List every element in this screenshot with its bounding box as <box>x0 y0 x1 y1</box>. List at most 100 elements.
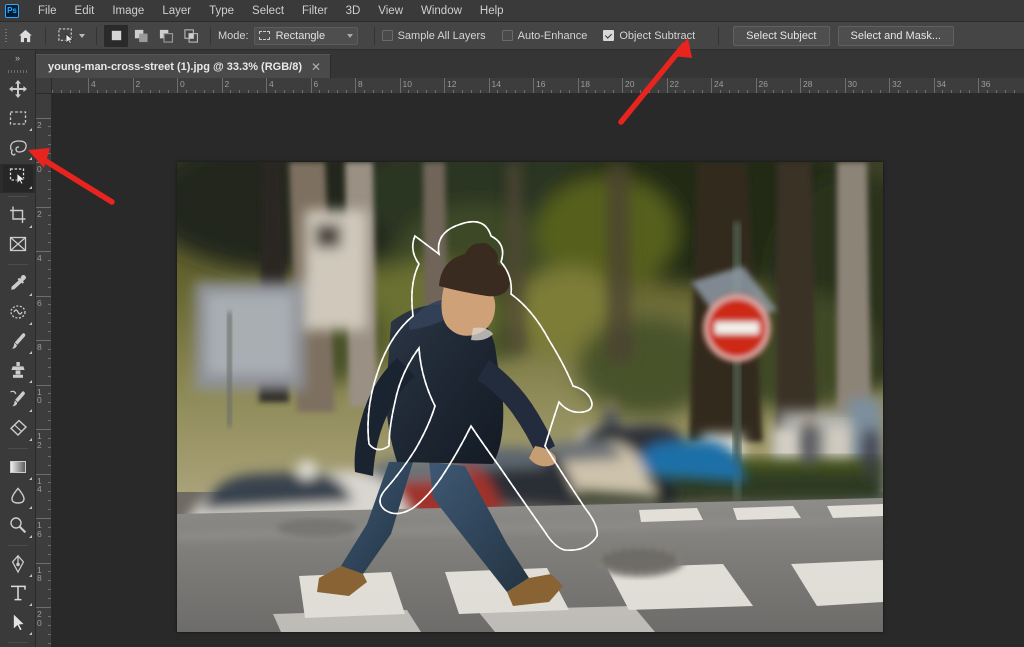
checkbox-object-subtract[interactable]: Object Subtract <box>603 30 695 42</box>
close-icon[interactable]: ✕ <box>311 61 321 73</box>
options-checkboxes: Sample All Layers Auto-Enhance Object Subt… <box>381 29 712 42</box>
separator <box>718 26 720 45</box>
menu-item-file[interactable]: File <box>29 2 66 20</box>
ruler-tick <box>36 206 51 208</box>
ruler-tick <box>221 78 223 93</box>
ruler-tick <box>444 78 445 93</box>
ruler-label: 22 <box>669 79 679 89</box>
frame-tool[interactable] <box>0 232 36 261</box>
horizontal-type-tool[interactable] <box>0 581 36 610</box>
select-subject-button[interactable]: Select Subject <box>733 25 830 46</box>
checkbox-sample-all-layers[interactable]: Sample All Layers <box>381 29 486 42</box>
tools-panel: » <box>0 50 36 647</box>
menu-item-type[interactable]: Type <box>200 2 243 20</box>
object-selection-tool[interactable] <box>0 164 36 193</box>
ruler-label: 20 <box>37 609 42 628</box>
ruler-tick <box>711 78 712 93</box>
ruler-label: 6 <box>37 297 42 308</box>
pen-tool[interactable] <box>0 552 36 581</box>
ruler-label: 10 <box>37 386 42 405</box>
ruler-tick <box>889 78 890 93</box>
gradient-tool[interactable] <box>0 455 36 484</box>
document-artboard[interactable] <box>177 162 883 632</box>
mode-dropdown[interactable]: Rectangle <box>253 26 358 45</box>
toolbar-grip[interactable] <box>0 65 35 77</box>
menu-item-layer[interactable]: Layer <box>153 2 200 20</box>
new-selection-button[interactable] <box>104 24 128 47</box>
menu-item-edit[interactable]: Edit <box>66 2 104 20</box>
ruler-label: 6 <box>313 79 319 89</box>
toolbar-divider <box>0 642 35 647</box>
brush-tool[interactable] <box>0 329 36 358</box>
ruler-tick <box>88 78 89 93</box>
menu-item-filter[interactable]: Filter <box>293 2 337 20</box>
ruler-tick <box>310 78 312 93</box>
object-selection-icon <box>8 166 28 191</box>
ruler-tick <box>622 78 623 93</box>
menu-item-select[interactable]: Select <box>243 2 293 20</box>
ruler-label: 14 <box>37 475 42 494</box>
spot-healing-brush-tool[interactable] <box>0 300 36 329</box>
add-to-selection-button[interactable] <box>129 25 153 47</box>
tools-list <box>0 77 36 647</box>
vertical-ruler[interactable]: 2 0 2 4 6 8 10 12 14 16 18 20 <box>36 94 52 647</box>
menu-item-help[interactable]: Help <box>471 2 513 20</box>
blur-drop-icon <box>8 486 28 511</box>
eyedropper-tool[interactable] <box>0 271 36 300</box>
ruler-tick <box>266 78 267 93</box>
pen-icon <box>8 554 28 579</box>
ruler-tick <box>36 429 51 430</box>
checkbox-box-auto-enhance[interactable] <box>501 30 513 41</box>
checkbox-box-object-subtract[interactable] <box>603 30 615 41</box>
ruler-tick <box>844 78 846 93</box>
eraser-icon <box>8 418 28 443</box>
toolbar-divider <box>0 545 35 552</box>
street-photo-image <box>177 162 883 632</box>
ruler-label: 4 <box>269 79 274 89</box>
blur-tool[interactable] <box>0 484 36 513</box>
ruler-tick <box>36 607 51 608</box>
checkbox-box-sample-all-layers[interactable] <box>381 30 393 41</box>
move-tool[interactable] <box>0 77 36 106</box>
menu-item-3d[interactable]: 3D <box>337 2 370 20</box>
checkbox-label-auto-enhance: Auto-Enhance <box>517 29 588 42</box>
ruler-tick <box>177 78 178 93</box>
active-tool-preview[interactable] <box>53 25 89 47</box>
checkbox-label-sample-all-layers: Sample All Layers <box>397 29 486 42</box>
marquee-rect-icon <box>8 108 28 133</box>
options-bar-grip[interactable] <box>0 22 12 50</box>
history-brush-tool[interactable] <box>0 387 36 416</box>
selection-mode-group <box>104 24 203 47</box>
eraser-tool[interactable] <box>0 416 36 445</box>
menu-items: File Edit Image Layer Type Select Filter 3D View… <box>29 2 513 20</box>
collapse-toolbar-button[interactable]: » <box>0 50 35 65</box>
canvas-area[interactable] <box>52 94 1024 647</box>
dodge-tool[interactable] <box>0 513 36 542</box>
crop-tool[interactable] <box>0 203 36 232</box>
horizontal-ruler[interactable]: 642024681012141618202224262830323436 <box>52 78 1024 94</box>
separator <box>96 26 97 45</box>
home-icon[interactable] <box>12 25 38 47</box>
rectangular-marquee-tool[interactable] <box>0 106 36 135</box>
clone-stamp-tool[interactable] <box>0 358 36 387</box>
checkbox-label-object-subtract: Object Subtract <box>619 29 696 42</box>
ruler-label: 16 <box>37 520 42 539</box>
menu-item-view[interactable]: View <box>369 2 412 20</box>
separator <box>45 26 46 45</box>
subtract-from-selection-button[interactable] <box>154 25 178 47</box>
menu-item-image[interactable]: Image <box>103 2 153 20</box>
ruler-tick <box>533 78 534 93</box>
path-selection-tool[interactable] <box>0 610 36 639</box>
document-tab-bar: young-man-cross-street (1).jpg @ 33.3% (… <box>36 50 1024 78</box>
intersect-with-selection-button[interactable] <box>179 25 203 47</box>
checkbox-auto-enhance[interactable]: Auto-Enhance <box>501 29 588 42</box>
menu-item-window[interactable]: Window <box>412 2 471 20</box>
select-and-mask-button[interactable]: Select and Mask... <box>837 25 954 46</box>
document-tab[interactable]: young-man-cross-street (1).jpg @ 33.3% (… <box>36 54 332 78</box>
lasso-tool[interactable] <box>0 135 36 164</box>
crop-icon <box>8 205 28 230</box>
gradient-icon <box>8 457 28 482</box>
dodge-icon <box>8 515 28 540</box>
ruler-tick <box>978 78 979 93</box>
ruler-label: 0 <box>180 79 185 89</box>
